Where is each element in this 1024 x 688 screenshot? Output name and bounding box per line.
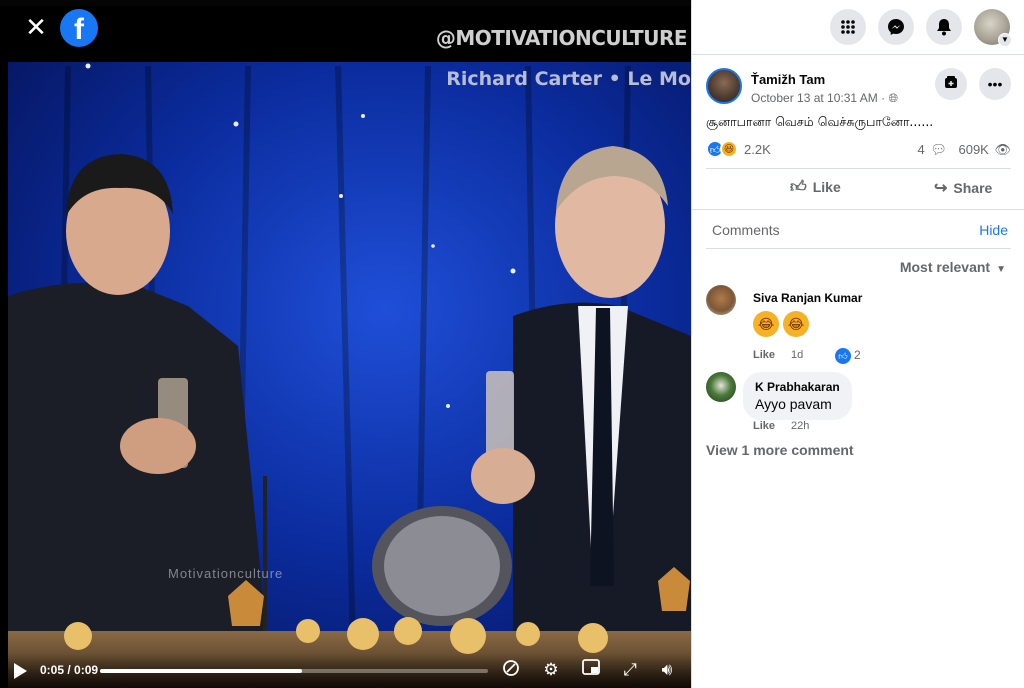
reaction-count[interactable]: 2.2K xyxy=(744,142,771,157)
video-time: 0:05 / 0:09 xyxy=(40,663,99,677)
video-controls: 0:05 / 0:09 ⚙ ⤢ 🔊︎ xyxy=(0,654,691,688)
reactions-row: 👍︎ 😆︎ 2.2K 4 💬︎ 609K 👁︎ xyxy=(706,140,1011,160)
divider xyxy=(706,168,1011,169)
picture-in-picture-icon[interactable] xyxy=(580,659,602,681)
comment-item: Siva Ranjan Kumar 😂︎ 😂︎ Like 1d 👍︎ 2 xyxy=(706,285,1011,365)
captions-icon[interactable] xyxy=(500,659,522,681)
video-frame[interactable]: @MOTIVATIONCULTURE Richard Carter • Le M… xyxy=(8,6,691,688)
post-panel: ▼ Ťamižh Tam October 13 at 10:31 AM · 🌐︎… xyxy=(691,0,1024,688)
comment-meta: Like 1d xyxy=(753,349,803,361)
progress-bar[interactable] xyxy=(100,669,488,673)
comment-item: K Prabhakaran Ayyo pavam Like 22h xyxy=(706,372,1011,438)
author-avatar[interactable] xyxy=(706,68,742,104)
account-avatar[interactable]: ▼ xyxy=(974,9,1012,47)
volume-icon[interactable]: 🔊︎ xyxy=(656,659,678,681)
divider xyxy=(692,209,1024,210)
comment-likes: 2 xyxy=(854,348,861,362)
watermark-small: Motivationculture xyxy=(168,566,284,581)
comment-text: Ayyo pavam xyxy=(755,396,832,412)
view-more-comments-link[interactable]: View 1 more comment xyxy=(706,442,854,458)
eye-icon: 👁︎ xyxy=(994,142,1011,157)
comment-age: 1d xyxy=(791,349,804,361)
comment-age: 22h xyxy=(791,420,810,432)
comment-meta: Like 22h xyxy=(753,420,809,432)
commenter-name[interactable]: Siva Ranjan Kumar xyxy=(753,291,862,305)
commenter-avatar[interactable] xyxy=(706,285,736,315)
commenter-name[interactable]: K Prabhakaran xyxy=(755,380,840,394)
post-text: சூனாபானா வெசம் வெச்சுருபானோ...... xyxy=(706,114,934,129)
laughing-emoji-icon: 😂︎ xyxy=(783,311,809,337)
author-name[interactable]: Ťamižh Tam xyxy=(751,72,825,87)
commenter-avatar[interactable] xyxy=(706,372,736,402)
video-scene xyxy=(8,56,691,688)
watermark-handle: @MOTIVATIONCULTURE xyxy=(435,26,688,50)
comments-header: Comments xyxy=(712,222,780,238)
messenger-icon[interactable] xyxy=(878,9,914,45)
comment-like-count[interactable]: 👍︎ 2 xyxy=(835,348,861,364)
view-count: 609K xyxy=(958,142,989,157)
save-post-icon[interactable] xyxy=(935,68,967,100)
watermark-credit: Richard Carter • Le Mo xyxy=(446,68,691,90)
more-options-icon[interactable]: ••• xyxy=(979,68,1011,100)
hide-comments-link[interactable]: Hide xyxy=(979,222,1008,238)
post-actions: 👍︎ Like ↪ Share xyxy=(692,170,1024,208)
progress-fill xyxy=(100,669,302,673)
post-header: Ťamižh Tam October 13 at 10:31 AM · 🌐︎ •… xyxy=(706,68,1011,108)
comment-count[interactable]: 4 xyxy=(917,142,924,157)
globe-icon: 🌐︎ xyxy=(888,91,899,105)
emoji-text: 😂︎ 😂︎ xyxy=(753,311,862,337)
comment-like-link[interactable]: Like xyxy=(753,349,775,361)
share-button[interactable]: ↪ Share xyxy=(934,178,992,198)
video-watermark-band: @MOTIVATIONCULTURE xyxy=(8,6,691,62)
comment-bubble-icon: 💬︎ xyxy=(930,142,947,157)
menu-grid-icon[interactable] xyxy=(830,9,866,45)
facebook-logo-icon[interactable]: f xyxy=(60,9,98,47)
share-arrow-icon: ↪ xyxy=(934,180,948,197)
divider xyxy=(692,54,1024,55)
laughing-emoji-icon: 😂︎ xyxy=(753,311,779,337)
sort-label: Most relevant xyxy=(899,259,991,275)
divider xyxy=(706,248,1011,249)
post-meta: October 13 at 10:31 AM · 🌐︎ xyxy=(751,91,898,106)
like-button[interactable]: 👍︎ Like xyxy=(790,178,841,197)
chevron-down-icon[interactable]: ▼ xyxy=(998,33,1012,47)
like-label: Like xyxy=(812,179,841,195)
haha-reaction-icon[interactable]: 😆︎ xyxy=(720,140,738,158)
post-timestamp[interactable]: October 13 at 10:31 AM xyxy=(751,91,878,105)
counts-right: 4 💬︎ 609K 👁︎ xyxy=(917,142,1011,158)
bell-icon[interactable] xyxy=(926,9,962,45)
thumbs-up-icon: 👍︎ xyxy=(790,179,807,196)
close-icon[interactable]: ✕ xyxy=(20,12,52,44)
comment-bubble: K Prabhakaran Ayyo pavam xyxy=(743,372,852,420)
video-viewer[interactable]: @MOTIVATIONCULTURE Richard Carter • Le M… xyxy=(0,0,691,688)
comment-body: Siva Ranjan Kumar 😂︎ 😂︎ xyxy=(753,291,862,337)
like-reaction-icon: 👍︎ xyxy=(835,348,851,364)
settings-gear-icon[interactable]: ⚙ xyxy=(540,659,562,681)
sort-dropdown[interactable]: Most relevant ▼ xyxy=(900,259,1006,275)
comment-like-link[interactable]: Like xyxy=(753,420,775,432)
caret-down-icon: ▼ xyxy=(996,264,1006,275)
play-icon[interactable] xyxy=(14,663,27,679)
top-nav: ▼ xyxy=(830,9,1012,47)
share-label: Share xyxy=(953,180,993,196)
fullscreen-icon[interactable]: ⤢ xyxy=(619,659,641,681)
